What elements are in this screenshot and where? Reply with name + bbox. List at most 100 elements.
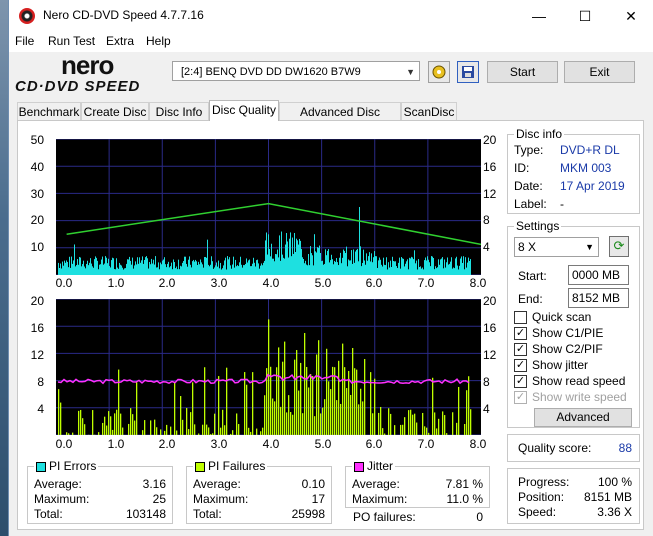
pi-error-bar	[310, 246, 311, 275]
pi-error-bar	[248, 260, 249, 275]
start-field[interactable]: 0000 MB	[568, 265, 629, 285]
pi-failure-bar	[374, 378, 376, 435]
show-c2pif-checkbox[interactable]: ✓	[514, 343, 527, 356]
close-button[interactable]: ✕	[608, 0, 653, 32]
drive-info-button[interactable]	[428, 61, 450, 83]
pi-failure-bar	[422, 412, 424, 435]
pi-error-bar	[68, 267, 69, 275]
pi-error-bar	[273, 258, 274, 275]
pi-failure-bar	[212, 433, 214, 435]
pi-error-bar	[319, 245, 320, 275]
pi-failure-bar	[318, 340, 320, 435]
start-button[interactable]: Start	[487, 61, 558, 83]
pi-error-bar	[399, 257, 400, 275]
y-tick-right: 4	[483, 240, 490, 254]
pi-error-bar	[139, 257, 140, 275]
pi-failure-bar	[232, 430, 234, 435]
menu-help[interactable]: Help	[146, 34, 171, 48]
pi-error-bar	[437, 267, 438, 275]
pi-error-bar	[469, 260, 470, 275]
pi-failure-bar	[384, 433, 386, 435]
pi-failure-bar	[180, 396, 182, 435]
pi-error-bar	[345, 252, 346, 275]
quick-scan-label: Quick scan	[532, 310, 592, 324]
progress-value: 100 %	[597, 475, 632, 489]
menu-run-test[interactable]: Run Test	[48, 34, 95, 48]
pi-failure-bar	[444, 415, 446, 435]
pi-error-bar	[120, 264, 121, 275]
end-field[interactable]: 8152 MB	[568, 288, 629, 308]
pi-error-bar	[255, 266, 256, 275]
disc-quality-panel: 50 40 30 20 10 20 16 12 8 4 0.0 1.0 2.0 …	[17, 120, 644, 530]
tab-create-disc[interactable]: Create Disc	[81, 102, 149, 120]
pi-failure-bar	[308, 387, 310, 435]
pi-error-bar	[90, 258, 91, 275]
pi-error-bar	[413, 259, 414, 275]
pi-error-bar	[402, 258, 403, 275]
tab-disc-info[interactable]: Disc Info	[149, 102, 209, 120]
pi-error-bar	[253, 257, 254, 275]
exit-button[interactable]: Exit	[564, 61, 635, 83]
pi-error-bar	[160, 262, 161, 275]
speed-select[interactable]: 8 X ▼	[514, 237, 599, 257]
pi-failure-bar	[114, 413, 116, 435]
pi-error-bar	[348, 259, 349, 275]
pi-error-bar	[79, 256, 80, 275]
pi-failure-bar	[206, 424, 208, 435]
pi-error-bar	[364, 260, 365, 275]
drive-select[interactable]: [2:4] BENQ DVD DD DW1620 B7W9 ▼	[172, 61, 420, 81]
advanced-button[interactable]: Advanced	[534, 408, 632, 427]
pi-error-bar	[289, 238, 290, 275]
pi-error-bar	[101, 259, 102, 275]
pi-error-bar	[194, 261, 195, 275]
show-jitter-checkbox[interactable]: ✓	[514, 359, 527, 372]
pi-failures-max: 17	[311, 492, 325, 506]
pi-error-bar	[245, 263, 246, 275]
pi-error-bar	[70, 267, 71, 275]
maximize-button[interactable]: ☐	[562, 0, 608, 32]
pi-error-bar	[256, 260, 257, 275]
pi-error-bar	[281, 231, 282, 275]
pi-error-bar	[129, 256, 130, 275]
pi-failures-title: PI Failures	[193, 459, 268, 473]
save-button[interactable]	[457, 61, 479, 83]
quick-scan-checkbox[interactable]	[514, 311, 527, 324]
menu-extra[interactable]: Extra	[106, 34, 134, 48]
tab-disc-quality[interactable]: Disc Quality	[209, 100, 279, 121]
menu-file[interactable]: File	[15, 34, 34, 48]
pi-error-bar	[127, 259, 128, 275]
pi-error-bar	[249, 259, 250, 275]
tab-scandisc[interactable]: ScanDisc	[401, 102, 457, 120]
pi-error-bar	[283, 257, 284, 275]
pi-error-bar	[328, 249, 329, 275]
show-c1pie-checkbox[interactable]: ✓	[514, 327, 527, 340]
pi-error-bar	[388, 262, 389, 275]
pi-error-bar	[470, 259, 471, 275]
pi-error-bar	[178, 259, 179, 275]
pi-error-bar	[436, 268, 437, 275]
minimize-button[interactable]: —	[516, 0, 562, 32]
pi-error-bar	[455, 258, 456, 275]
tab-advanced-disc-quality[interactable]: Advanced Disc Quality	[279, 102, 401, 137]
pi-error-bar	[216, 262, 217, 275]
tab-benchmark[interactable]: Benchmark	[17, 102, 81, 120]
pi-error-bar	[187, 266, 188, 275]
pi-error-bar	[172, 269, 173, 275]
pi-error-bar	[457, 265, 458, 275]
pi-error-bar	[370, 261, 371, 275]
show-read-speed-checkbox[interactable]: ✓	[514, 375, 527, 388]
pi-error-bar	[449, 263, 450, 275]
pi-failure-bar	[466, 390, 468, 435]
refresh-speed-button[interactable]: ⟳	[609, 236, 629, 257]
pi-failure-bar	[130, 408, 132, 435]
pi-error-bar	[247, 262, 248, 275]
pi-failure-bar	[92, 410, 94, 435]
disc-type-value: DVD+R DL	[560, 143, 620, 157]
y-tick-right: 12	[483, 348, 497, 362]
pi-error-bar	[378, 260, 379, 275]
floppy-disk-icon	[462, 66, 474, 78]
pi-failure-bar	[218, 376, 220, 435]
pi-error-bar	[204, 257, 205, 275]
pi-error-bar	[379, 257, 380, 275]
pi-error-bar	[133, 268, 134, 275]
